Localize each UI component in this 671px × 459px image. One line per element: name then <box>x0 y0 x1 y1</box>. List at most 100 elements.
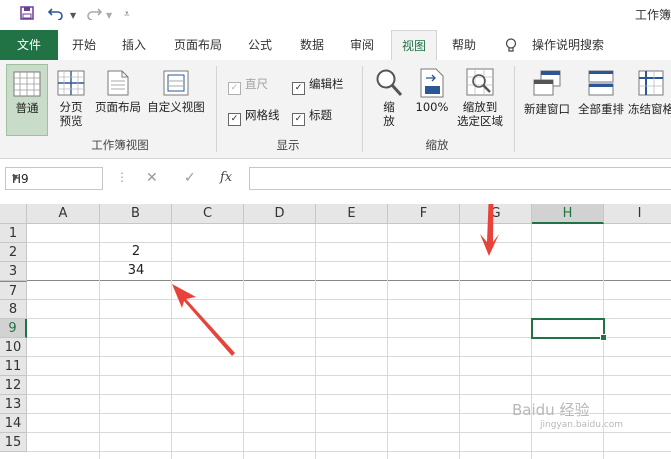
undo-icon[interactable] <box>47 6 64 24</box>
normal-view-button[interactable]: 普通 <box>6 64 48 136</box>
check-icon: ✓ <box>292 82 305 95</box>
zoom-button[interactable]: 缩 放 <box>370 64 408 136</box>
cell-b3[interactable]: 34 <box>100 263 172 278</box>
redo-icon[interactable] <box>86 6 103 24</box>
headings-checkbox[interactable]: ✓ 标题 <box>292 107 332 126</box>
group-label-workbook-views: 工作簿视图 <box>91 138 149 152</box>
redo-dropdown-icon[interactable]: ▼ <box>106 11 112 20</box>
row-header[interactable]: 3 <box>0 262 27 281</box>
column-header[interactable]: D <box>244 204 316 224</box>
fill-handle[interactable] <box>600 334 607 341</box>
gridlines-checkbox[interactable]: ✓ 网格线 <box>228 107 280 126</box>
column-header[interactable]: C <box>172 204 244 224</box>
arrange-all-button[interactable]: 全部重排 <box>576 64 626 136</box>
chevron-down-icon[interactable]: ▼ <box>12 173 98 182</box>
table-row <box>27 300 671 319</box>
new-window-icon <box>533 70 561 96</box>
lightbulb-icon <box>505 38 517 56</box>
group-separator <box>514 66 515 152</box>
tab-formulas[interactable]: 公式 <box>238 30 282 60</box>
group-label-show: 显示 <box>276 138 300 152</box>
page-break-preview-button[interactable]: 分页 预览 <box>52 64 90 136</box>
resize-handle-icon[interactable]: ⋮ <box>116 170 128 184</box>
table-row <box>27 224 671 243</box>
row-header[interactable]: 2 <box>0 243 27 262</box>
quick-access-toolbar: ▼ ▼ ⩡ 工作簿 <box>0 0 671 30</box>
watermark: Baidu 经验 <box>512 401 590 419</box>
watermark-sub: jingyan.baidu.com <box>540 420 624 430</box>
tab-help[interactable]: 帮助 <box>442 30 486 60</box>
row-header[interactable]: 11 <box>0 357 27 376</box>
tab-file[interactable]: 文件 <box>0 30 58 60</box>
tab-home[interactable]: 开始 <box>62 30 106 60</box>
worksheet-grid: A B C D E F G H I 1 2 3 7 8 9 10 11 12 1… <box>0 204 671 459</box>
formula-input[interactable] <box>249 167 671 190</box>
check-icon: ✓ <box>228 82 241 95</box>
column-header[interactable]: A <box>27 204 100 224</box>
undo-dropdown-icon[interactable]: ▼ <box>70 11 76 20</box>
page-layout-view-button[interactable]: 页面布局 <box>92 64 144 136</box>
grid-line <box>459 224 460 459</box>
arrange-all-icon <box>588 70 614 96</box>
zoom-to-selection-button[interactable]: 缩放到 选定区域 <box>452 64 508 136</box>
tell-me-search[interactable]: 操作说明搜索 <box>528 30 608 60</box>
column-header[interactable]: E <box>316 204 388 224</box>
normal-view-icon <box>13 71 41 97</box>
row-header[interactable]: 12 <box>0 376 27 395</box>
table-row <box>27 376 671 395</box>
freeze-panes-button[interactable]: 冻结窗格 <box>628 64 671 136</box>
group-separator <box>216 66 217 152</box>
customize-qat-icon[interactable]: ⩡ <box>124 9 130 20</box>
tab-view[interactable]: 视图 <box>391 30 437 61</box>
new-window-button[interactable]: 新建窗口 <box>520 64 574 136</box>
zoom-100-button[interactable]: 100% <box>412 64 452 136</box>
row-header[interactable]: 1 <box>0 224 27 243</box>
column-header-selected[interactable]: H <box>532 204 604 224</box>
magnifier-icon <box>375 68 403 98</box>
row-header[interactable]: 7 <box>0 281 27 300</box>
name-box[interactable]: H9 ▼ <box>5 167 103 190</box>
tab-review[interactable]: 审阅 <box>340 30 384 60</box>
row-header[interactable]: 15 <box>0 433 27 452</box>
selected-cell-h9[interactable] <box>531 318 607 341</box>
grid-line <box>531 224 532 459</box>
tab-page-layout[interactable]: 页面布局 <box>164 30 232 60</box>
column-header[interactable]: G <box>460 204 532 224</box>
window-title: 工作簿 <box>634 8 671 22</box>
row-header[interactable]: 13 <box>0 395 27 414</box>
ribbon-tabs: 文件 开始 插入 页面布局 公式 数据 审阅 视图 帮助 操作说明搜索 <box>0 30 671 61</box>
table-row <box>27 338 671 357</box>
cancel-icon[interactable]: ✕ <box>146 170 158 186</box>
page-layout-icon <box>107 70 129 96</box>
tab-insert[interactable]: 插入 <box>112 30 156 60</box>
row-header[interactable]: 14 <box>0 414 27 433</box>
custom-views-button[interactable]: 自定义视图 <box>145 64 207 136</box>
row-header[interactable]: 10 <box>0 338 27 357</box>
ribbon-view: 普通 分页 预览 页面布局 自定义视图 工作簿视图 ✓ 直尺 ✓ 编辑栏 ✓ 网格线 … <box>0 60 671 159</box>
grid-line <box>243 224 244 459</box>
save-icon[interactable] <box>20 6 34 24</box>
zoom-to-selection-icon <box>466 68 494 98</box>
zoom-100-icon <box>420 68 444 98</box>
cell-b2[interactable]: 2 <box>100 244 172 259</box>
ruler-checkbox[interactable]: ✓ 直尺 <box>228 76 268 95</box>
grid-line <box>99 224 100 459</box>
custom-views-icon <box>163 70 189 96</box>
group-separator <box>362 66 363 152</box>
row-header[interactable]: 8 <box>0 300 27 319</box>
enter-icon[interactable]: ✓ <box>184 170 196 186</box>
column-header[interactable]: I <box>604 204 671 224</box>
column-header[interactable]: F <box>388 204 460 224</box>
row-header-selected[interactable]: 9 <box>0 319 27 338</box>
check-icon: ✓ <box>292 113 305 126</box>
formula-bar-checkbox[interactable]: ✓ 编辑栏 <box>292 76 344 95</box>
tab-data[interactable]: 数据 <box>290 30 334 60</box>
table-row <box>27 357 671 376</box>
table-row <box>27 281 671 300</box>
insert-function-button[interactable]: fx <box>220 170 232 185</box>
formula-bar: H9 ▼ ⋮ ✕ ✓ fx <box>0 159 671 203</box>
check-icon: ✓ <box>228 113 241 126</box>
column-header[interactable]: B <box>100 204 172 224</box>
select-all-corner[interactable] <box>0 204 27 224</box>
freeze-panes-icon <box>638 70 664 96</box>
